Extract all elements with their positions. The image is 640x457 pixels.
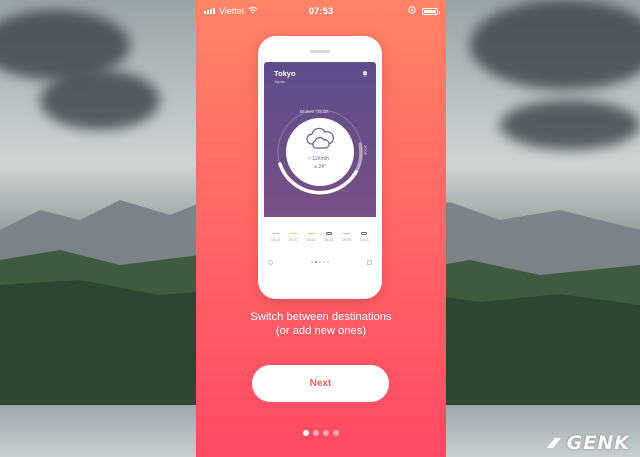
carrier-label: Viettel [219, 6, 244, 16]
forecast-icon [342, 233, 350, 234]
bell-icon [362, 70, 368, 77]
device-speaker [310, 50, 330, 53]
temperature: ⌀ 24° [314, 164, 326, 170]
city-name: Tokyo [274, 69, 296, 78]
weather-card: Tokyo Japan Broken clouds ≈ 11Km/h ⌀ 24° [264, 62, 376, 217]
device-illustration: Tokyo Japan Broken clouds ≈ 11Km/h ⌀ 24° [258, 36, 382, 299]
forecast-icon [289, 233, 297, 234]
forecast-item: 05:21 [307, 232, 316, 242]
device-toolbar [268, 258, 372, 266]
forecast-icon [272, 233, 280, 234]
wifi-icon [248, 6, 258, 16]
next-button[interactable]: Next [252, 365, 389, 402]
forecast-icon [361, 232, 368, 235]
device-screen: Tokyo Japan Broken clouds ≈ 11Km/h ⌀ 24° [264, 62, 376, 256]
forecast-item: 19:33 [359, 232, 369, 242]
page-dot[interactable] [313, 430, 319, 436]
forecast-time: 19:09 [341, 238, 352, 242]
page-dot[interactable] [323, 430, 329, 436]
wind-value: 11Km/h [312, 156, 330, 162]
onboarding-caption: Switch between destinations (or add new … [196, 310, 446, 338]
forecast-item: 19:09 [342, 232, 351, 242]
forecast-time: 04:27 [288, 238, 299, 242]
sunset-time: 20:09 [362, 145, 367, 155]
condition-label: Broken clouds [300, 109, 329, 114]
forecast-time: 04:16 [271, 238, 281, 242]
battery-icon [422, 7, 440, 15]
forecast-item: 16:15 [324, 232, 333, 242]
gear-icon [268, 259, 273, 265]
app-screen: Viettel 07:53 Tokyo Japan Broken clouds … [196, 0, 446, 457]
status-bar: Viettel 07:53 [196, 0, 446, 22]
page-dot[interactable] [333, 430, 339, 436]
temperature-value: 24° [318, 164, 326, 170]
forecast-time: 19:33 [359, 238, 369, 242]
cloud-icon [304, 126, 336, 155]
page-dot[interactable] [303, 430, 309, 436]
signal-icon [204, 8, 215, 14]
grid-icon [367, 259, 372, 265]
wind-speed: ≈ 11Km/h [308, 156, 330, 162]
watermark-text: GENK [566, 432, 630, 454]
device-page-dots [311, 261, 329, 263]
forecast-time: 05:21 [306, 238, 316, 242]
country-name: Japan [274, 79, 285, 84]
forecast-item: 04:27 [289, 232, 298, 242]
forecast-icon [307, 233, 315, 234]
forecast-time: 16:15 [324, 238, 334, 242]
forecast-strip: 04:16 04:27 05:21 16:15 19:09 19:33 [264, 217, 376, 256]
forecast-item: 04:16 [271, 232, 280, 242]
forecast-icon [325, 232, 332, 235]
caption-line-1: Switch between destinations [250, 311, 392, 323]
watermark-logo: GENK [545, 432, 630, 454]
page-indicator [196, 430, 446, 436]
caption-line-2: (or add new ones) [275, 325, 367, 337]
watermark-mark-icon [546, 438, 561, 448]
orientation-lock-icon [408, 6, 416, 16]
